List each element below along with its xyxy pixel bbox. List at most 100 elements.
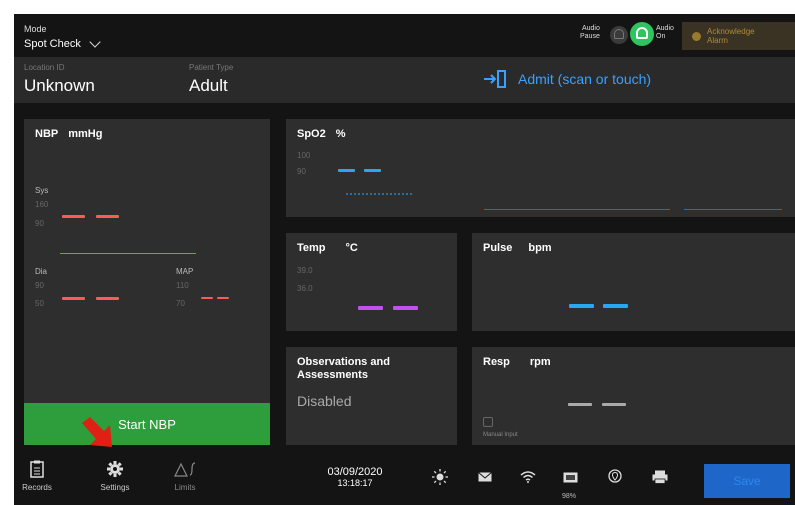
admit-button[interactable]: Admit (scan or touch) — [482, 68, 651, 90]
patient-type-label: Patient Type — [189, 63, 234, 72]
audio-pause-line1: Audio — [581, 25, 600, 32]
sys-dash — [62, 215, 85, 218]
sys-low-limit: 90 — [35, 219, 44, 228]
map-dash — [201, 297, 213, 299]
bell-muted-icon — [614, 29, 624, 39]
battery-icon[interactable] — [562, 468, 580, 486]
records-button[interactable]: Records — [16, 460, 58, 492]
acknowledge-alarm-button[interactable]: Acknowledge Alarm — [682, 22, 795, 50]
dia-low-limit: 50 — [35, 299, 44, 308]
printer-icon[interactable] — [651, 468, 669, 486]
temp-title-text: Temp — [297, 242, 326, 254]
map-dash — [217, 297, 229, 299]
records-label: Records — [22, 483, 52, 492]
mode-label: Mode — [24, 24, 47, 34]
observations-title: Observations and Assessments — [297, 356, 390, 382]
audio-on-label: Audio On — [656, 25, 674, 41]
bottom-bar: Records Settings Limits 03/09/2020 13:18… — [14, 454, 795, 505]
resp-unit: rpm — [529, 356, 551, 368]
dia-dash — [62, 297, 85, 300]
clipboard-icon — [16, 460, 58, 478]
limits-button[interactable]: Limits — [164, 460, 206, 492]
alarm-icon — [692, 31, 701, 41]
map-high-limit: 110 — [176, 281, 189, 290]
audio-pause-line2: Pause — [580, 33, 600, 40]
nbp-divider — [60, 253, 196, 254]
limits-icon — [164, 460, 206, 478]
map-low-limit: 70 — [176, 299, 185, 308]
temp-dash — [393, 306, 418, 310]
start-nbp-button[interactable]: Start NBP — [24, 403, 270, 445]
resp-tile[interactable]: Resp rpm Manual Input — [472, 347, 795, 445]
observations-title-line1: Observations and — [297, 356, 390, 368]
save-button[interactable]: Save — [704, 464, 790, 498]
battery-percent: 98% — [562, 493, 577, 500]
spo2-unit: % — [335, 128, 346, 140]
temp-low-limit: 36.0 — [297, 284, 313, 293]
nbp-unit: mmHg — [68, 128, 103, 140]
spo2-high-limit: 100 — [297, 151, 311, 160]
mode-value: Spot Check — [24, 38, 81, 50]
settings-label: Settings — [100, 483, 130, 492]
acknowledge-alarm-label: Acknowledge Alarm — [707, 27, 755, 45]
manual-input-icon[interactable] — [483, 417, 493, 427]
pulse-unit: bpm — [528, 242, 552, 254]
temp-unit: °C — [345, 242, 358, 254]
location-pin-icon[interactable] — [606, 468, 624, 486]
pulse-dash — [603, 304, 628, 308]
wifi-icon[interactable] — [519, 468, 537, 486]
limits-label: Limits — [174, 483, 196, 492]
dia-dash — [96, 297, 119, 300]
spo2-title: SpO2% — [297, 128, 346, 140]
patient-bar[interactable]: Location ID Unknown Patient Type Adult A… — [14, 57, 795, 103]
bell-icon — [636, 27, 648, 39]
resp-dash — [602, 403, 626, 406]
manual-input-label: Manual Input — [483, 432, 518, 438]
pleth-baseline — [484, 209, 670, 210]
sys-dash — [96, 215, 119, 218]
mode-selector[interactable]: Spot Check — [24, 36, 101, 50]
observations-tile[interactable]: Observations and Assessments Disabled — [286, 347, 457, 445]
temp-high-limit: 39.0 — [297, 266, 313, 275]
datetime-display[interactable]: 03/09/2020 13:18:17 — [310, 467, 400, 489]
temp-dash — [358, 306, 383, 310]
pleth-baseline — [684, 209, 782, 210]
pulse-tile[interactable]: Pulse bpm — [472, 233, 795, 331]
spo2-title-text: SpO2 — [297, 128, 326, 140]
ack-line2: Alarm — [707, 36, 728, 45]
spo2-low-limit: 90 — [297, 167, 306, 176]
resp-dash — [568, 403, 592, 406]
temp-tile[interactable]: Temp °C 39.0 36.0 — [286, 233, 457, 331]
perfusion-indicator — [346, 193, 412, 195]
audio-on-line1: Audio — [656, 25, 674, 32]
sys-high-limit: 160 — [35, 200, 49, 209]
pulse-dash — [569, 304, 594, 308]
monitor-screen: Mode Spot Check Audio Pause Audio On Ack… — [14, 14, 795, 505]
audio-on-button[interactable] — [630, 22, 654, 46]
dia-high-limit: 90 — [35, 281, 44, 290]
audio-pause-label: Audio Pause — [580, 25, 600, 41]
pulse-title: Pulse bpm — [483, 242, 552, 254]
admit-icon — [484, 70, 506, 88]
chevron-down-icon — [89, 36, 101, 48]
nbp-title: NBP mmHg — [35, 128, 102, 140]
red-arrow-annotation — [82, 417, 112, 447]
gear-icon — [94, 460, 136, 478]
observations-title-line2: Assessments — [297, 369, 368, 381]
resp-title: Resp rpm — [483, 356, 551, 368]
spo2-tile[interactable]: SpO2% 100 90 — [286, 119, 795, 217]
nbp-tile[interactable]: NBP mmHg Sys 160 90 Dia 90 50 MAP 110 70 — [24, 119, 270, 403]
settings-button[interactable]: Settings — [94, 460, 136, 492]
envelope-icon[interactable] — [476, 468, 494, 486]
dia-label: Dia — [35, 267, 48, 276]
spo2-dash — [364, 169, 381, 172]
brightness-icon[interactable] — [431, 468, 449, 486]
nbp-title-text: NBP — [35, 128, 59, 140]
audio-pause-button[interactable] — [610, 26, 628, 44]
pulse-title-text: Pulse — [483, 242, 513, 254]
patient-type-value: Adult — [189, 76, 228, 95]
audio-on-line2: On — [656, 33, 666, 40]
observations-status: Disabled — [297, 393, 352, 409]
temp-title: Temp °C — [297, 242, 358, 254]
sys-label: Sys — [35, 186, 49, 195]
